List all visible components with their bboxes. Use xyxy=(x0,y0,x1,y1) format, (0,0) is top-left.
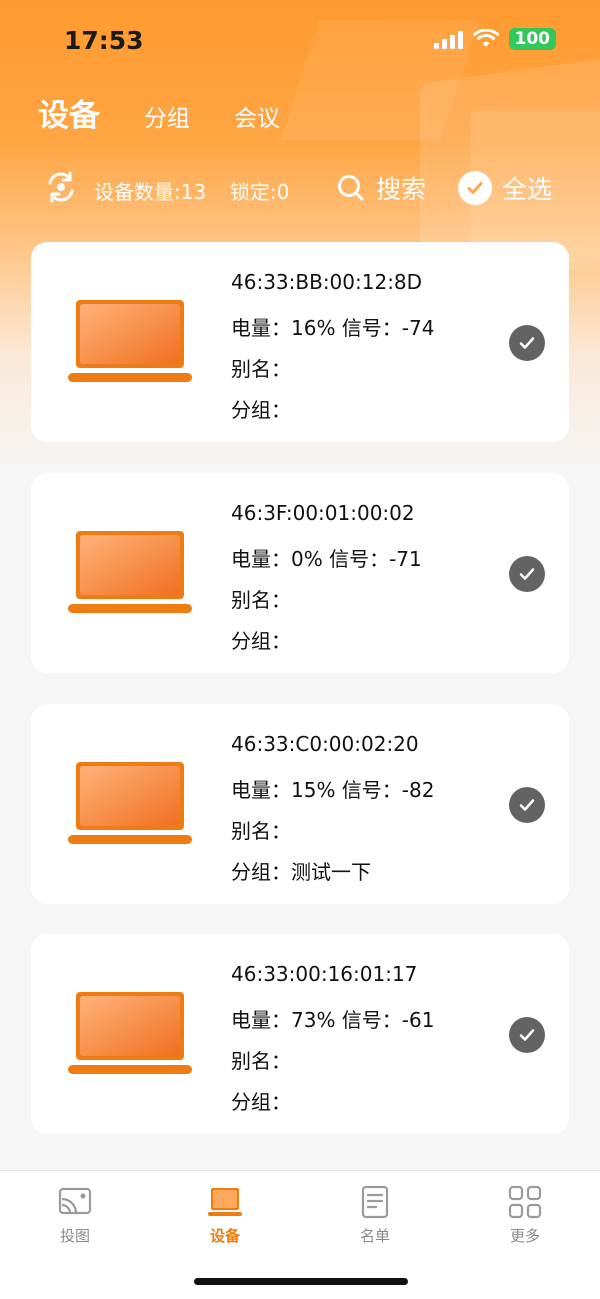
nav-item-devices[interactable]: 设备 xyxy=(185,1185,265,1246)
search-label: 搜索 xyxy=(376,175,427,204)
device-card[interactable]: 46:33:C0:00:02:20 电量：15% 信号：-82 别名： 分组：测… xyxy=(31,704,569,904)
device-group: 分组： xyxy=(231,1090,291,1114)
nav-label: 设备 xyxy=(209,1227,240,1245)
device-alias: 别名： xyxy=(231,819,291,843)
device-group: 分组： xyxy=(231,629,291,653)
device-power-signal: 电量：16% 信号：-74 xyxy=(231,316,435,340)
lock-count: 锁定:0 xyxy=(230,180,290,204)
nav-item-list[interactable]: 名单 xyxy=(335,1185,415,1246)
device-group: 分组： xyxy=(231,398,291,422)
home-indicator xyxy=(194,1278,408,1285)
device-card[interactable]: 46:3F:00:01:00:02 电量：0% 信号：-71 别名： 分组： xyxy=(31,473,569,673)
device-group: 分组：测试一下 xyxy=(231,860,371,884)
device-count: 设备数量:13 xyxy=(94,180,207,204)
grid-icon xyxy=(508,1185,542,1219)
tab-devices[interactable]: 设备 xyxy=(38,90,100,135)
select-checkbox[interactable] xyxy=(509,787,545,823)
device-power-signal: 电量：15% 信号：-82 xyxy=(231,778,435,802)
select-checkbox[interactable] xyxy=(509,325,545,361)
device-mac: 46:33:BB:00:12:8D xyxy=(231,270,423,294)
checkmark-icon xyxy=(519,337,535,349)
select-all-button[interactable]: 全选 xyxy=(458,170,552,206)
cellular-signal-icon xyxy=(433,29,463,49)
nav-label: 更多 xyxy=(509,1227,540,1245)
search-icon xyxy=(338,175,364,201)
laptop-icon xyxy=(208,1188,242,1216)
checkmark-icon xyxy=(519,568,535,580)
laptop-icon xyxy=(68,300,192,382)
laptop-icon xyxy=(68,762,192,844)
device-power-signal: 电量：73% 信号：-61 xyxy=(231,1008,435,1032)
status-time: 17:53 xyxy=(64,26,144,55)
select-all-label: 全选 xyxy=(502,175,553,204)
top-tabs: 设备 分组 会议 xyxy=(38,90,324,135)
tab-groups[interactable]: 分组 xyxy=(144,99,190,133)
document-icon xyxy=(361,1185,389,1219)
device-alias: 别名： xyxy=(231,357,291,381)
laptop-icon xyxy=(68,531,192,613)
nav-label: 投图 xyxy=(59,1227,90,1245)
select-checkbox[interactable] xyxy=(509,556,545,592)
refresh-icon[interactable] xyxy=(44,170,78,204)
tab-meeting[interactable]: 会议 xyxy=(234,99,280,133)
cast-icon xyxy=(58,1187,92,1215)
wifi-icon xyxy=(472,29,499,47)
device-card[interactable]: 46:33:BB:00:12:8D 电量：16% 信号：-74 别名： 分组： xyxy=(31,242,569,442)
nav-label: 名单 xyxy=(359,1227,390,1245)
status-icons: 100 xyxy=(433,28,556,50)
device-mac: 46:33:C0:00:02:20 xyxy=(231,732,419,756)
select-checkbox[interactable] xyxy=(509,1017,545,1053)
nav-item-cast[interactable]: 投图 xyxy=(35,1185,115,1246)
checkmark-icon xyxy=(519,1029,535,1041)
battery-indicator: 100 xyxy=(508,28,556,50)
device-toolbar: 设备数量:13 锁定:0 搜索 全选 xyxy=(44,168,564,208)
device-card[interactable]: 46:33:00:16:01:17 电量：73% 信号：-61 别名： 分组： xyxy=(31,934,569,1134)
device-mac: 46:3F:00:01:00:02 xyxy=(231,501,415,525)
device-power-signal: 电量：0% 信号：-71 xyxy=(231,547,422,571)
device-alias: 别名： xyxy=(231,588,291,612)
checkmark-icon xyxy=(458,171,492,205)
device-mac: 46:33:00:16:01:17 xyxy=(231,962,418,986)
nav-item-more[interactable]: 更多 xyxy=(485,1185,565,1246)
checkmark-icon xyxy=(519,799,535,811)
laptop-icon xyxy=(68,992,192,1074)
search-button[interactable]: 搜索 xyxy=(336,170,426,206)
device-alias: 别名： xyxy=(231,1049,291,1073)
